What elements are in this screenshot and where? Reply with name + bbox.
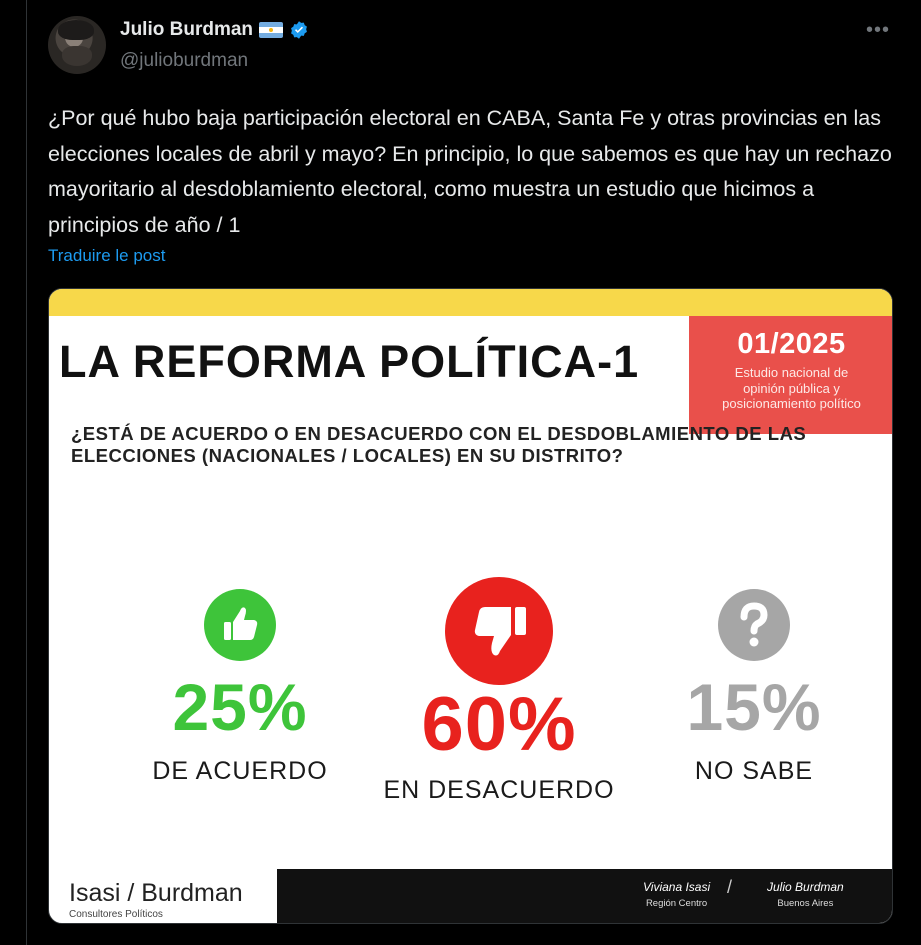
brand-subtitle: Consultores Políticos <box>69 909 163 920</box>
credit-separator: / <box>727 877 733 897</box>
post-image[interactable]: LA REFORMA POLÍTICA-1 01/2025 Estudio na… <box>48 288 893 924</box>
brand-name: Isasi / Burdman <box>69 879 243 907</box>
image-title: LA REFORMA POLÍTICA-1 <box>59 336 640 387</box>
stat-no-sabe: 15% NO SABE <box>629 589 879 786</box>
author-avatar[interactable] <box>48 16 106 74</box>
author-name-row: Julio Burdman <box>120 19 309 41</box>
more-options-button[interactable]: ••• <box>866 19 890 42</box>
stat-disagree: 60% EN DESACUERDO <box>374 577 624 805</box>
agree-label: DE ACUERDO <box>152 757 328 785</box>
survey-badge: 01/2025 Estudio nacional de opinión públ… <box>689 316 892 434</box>
credit-region-2: Buenos Aires <box>777 898 834 909</box>
translate-post-link[interactable]: Traduire le post <box>48 246 165 266</box>
survey-description-line-3: posicionamiento político <box>722 396 861 411</box>
thumbs-down-icon <box>445 577 553 685</box>
no-sabe-percent: 15% <box>686 670 822 744</box>
thumbs-up-icon <box>204 589 276 661</box>
disagree-percent: 60% <box>421 682 577 767</box>
agree-percent: 25% <box>172 670 308 744</box>
survey-question: ¿ESTÁ DE ACUERDO O EN DESACUERDO CON EL … <box>71 423 807 466</box>
credit-region-1: Región Centro <box>645 898 708 909</box>
footer-credits: Viviana Isasi Región Centro / Julio Burd… <box>277 869 892 923</box>
credit-person-2: Julio Burdman Buenos Aires <box>767 880 844 909</box>
survey-description-line-1: Estudio nacional de <box>734 365 849 380</box>
tweet-text: ¿Por qué hubo baja participación elector… <box>48 106 892 237</box>
survey-description: Estudio nacional de opinión pública y po… <box>689 365 892 412</box>
stat-agree: 25% DE ACUERDO <box>115 589 365 786</box>
survey-code: 01/2025 <box>737 328 846 360</box>
argentina-flag-icon <box>259 22 284 38</box>
no-sabe-label: NO SABE <box>694 757 814 785</box>
disagree-label: EN DESACUERDO <box>383 776 615 804</box>
author-handle[interactable]: @julioburdman <box>120 50 248 72</box>
yellow-top-bar <box>49 289 892 316</box>
credit-person-1: Viviana Isasi Región Centro <box>643 880 710 909</box>
survey-description-line-2: opinión pública y <box>743 380 840 396</box>
brand-logo: Isasi / Burdman Consultores Políticos <box>69 879 243 920</box>
verified-badge-icon[interactable] <box>289 20 309 40</box>
author-name[interactable]: Julio Burdman <box>120 19 253 41</box>
question-icon <box>718 589 790 661</box>
credit-name-1: Viviana Isasi <box>643 880 711 894</box>
credit-name-2: Julio Burdman <box>767 880 844 894</box>
